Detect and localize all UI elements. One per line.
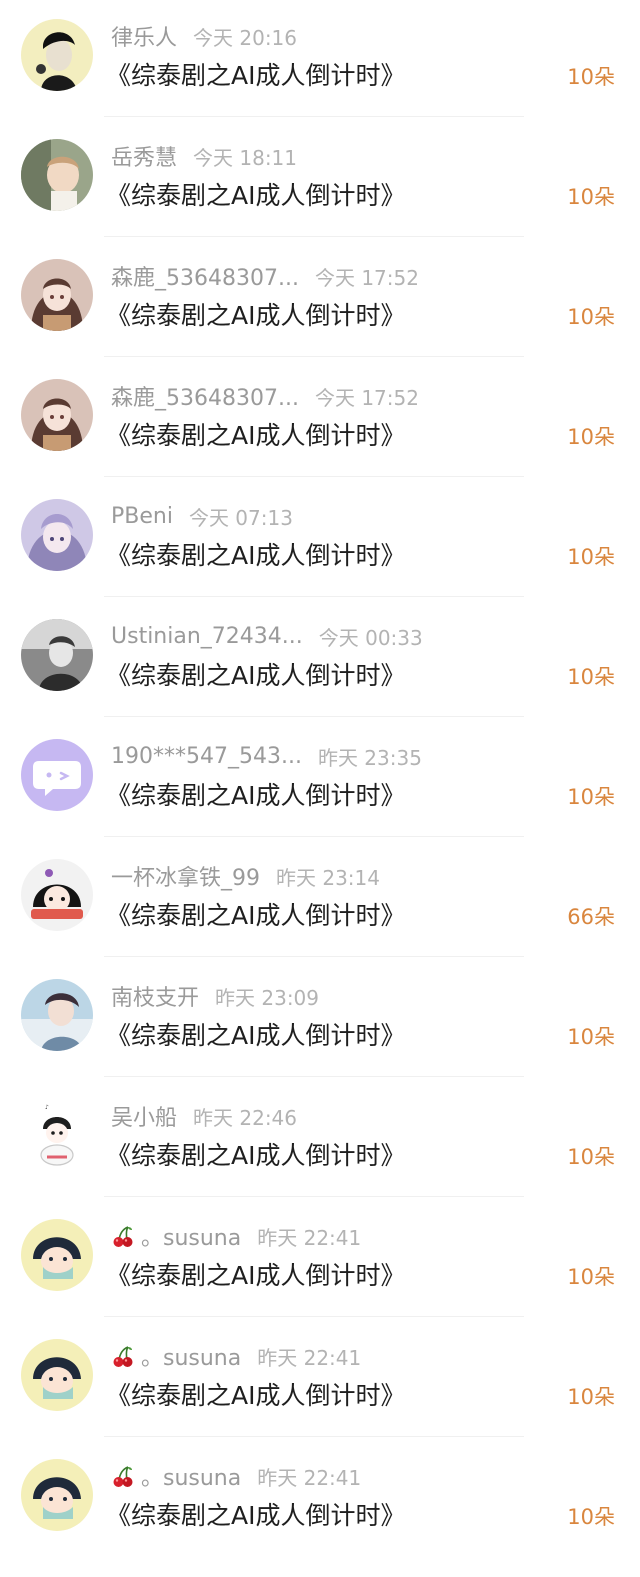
book-title[interactable]: 《综泰剧之AI成人倒计时》 (106, 896, 405, 936)
book-title[interactable]: 《综泰剧之AI成人倒计时》 (106, 1496, 405, 1536)
list-item[interactable]: Ustinian_72434... 今天 00:33 《综泰剧之AI成人倒计时》… (0, 600, 640, 720)
timestamp: 昨天 22:46 (193, 1105, 298, 1130)
gift-amount: 10朵 (567, 545, 615, 569)
username[interactable]: 。susuna (141, 1460, 241, 1492)
username[interactable]: 。susuna (141, 1220, 241, 1252)
username[interactable]: 。susuna (141, 1340, 241, 1372)
book-title[interactable]: 《综泰剧之AI成人倒计时》 (106, 296, 405, 336)
gift-amount: 10朵 (567, 785, 615, 809)
list-item[interactable]: 律乐人 今天 20:16 《综泰剧之AI成人倒计时》 10朵 (0, 0, 640, 120)
username[interactable]: 一杯冰拿铁_99 (111, 860, 260, 892)
divider (104, 716, 524, 717)
list-item[interactable]: 森鹿_53648307... 今天 17:52 《综泰剧之AI成人倒计时》 10… (0, 360, 640, 480)
cherry-icon (111, 1224, 135, 1248)
gift-amount: 10朵 (567, 305, 615, 329)
cherry-icon (111, 1464, 135, 1488)
divider (104, 236, 524, 237)
avatar[interactable] (21, 1219, 93, 1291)
book-title[interactable]: 《综泰剧之AI成人倒计时》 (106, 1136, 405, 1176)
list-item[interactable]: 。susuna 昨天 22:41 《综泰剧之AI成人倒计时》 10朵 (0, 1320, 640, 1440)
timestamp: 昨天 23:14 (276, 865, 380, 890)
avatar[interactable] (21, 739, 93, 811)
book-title[interactable]: 《综泰剧之AI成人倒计时》 (106, 56, 405, 96)
book-title[interactable]: 《综泰剧之AI成人倒计时》 (106, 1256, 405, 1296)
gift-amount: 10朵 (567, 1265, 615, 1289)
cherry-icon (111, 1344, 135, 1368)
avatar[interactable] (21, 619, 93, 691)
timestamp: 昨天 22:41 (257, 1225, 362, 1250)
timestamp: 今天 18:11 (193, 145, 298, 170)
timestamp: 今天 07:13 (188, 505, 293, 530)
divider (104, 1076, 524, 1077)
gift-amount: 10朵 (567, 425, 615, 449)
avatar[interactable] (21, 139, 93, 211)
gift-amount: 10朵 (567, 665, 615, 689)
username[interactable]: Ustinian_72434... (111, 624, 303, 649)
timestamp: 昨天 22:41 (257, 1345, 362, 1370)
gift-amount: 10朵 (567, 1145, 615, 1169)
book-title[interactable]: 《综泰剧之AI成人倒计时》 (106, 536, 405, 576)
username[interactable]: 森鹿_53648307... (111, 380, 299, 412)
divider (104, 596, 524, 597)
book-title[interactable]: 《综泰剧之AI成人倒计时》 (106, 416, 405, 456)
timestamp: 昨天 23:09 (215, 985, 320, 1010)
gift-amount: 10朵 (567, 185, 615, 209)
avatar[interactable] (21, 979, 93, 1051)
divider (104, 1196, 524, 1197)
list-item[interactable]: 一杯冰拿铁_99 昨天 23:14 《综泰剧之AI成人倒计时》 66朵 (0, 840, 640, 960)
avatar[interactable] (21, 259, 93, 331)
list-item[interactable]: ♪ 吴小船 昨天 22:46 《综泰剧之AI成人倒计时》 10朵 (0, 1080, 640, 1200)
divider (104, 1316, 524, 1317)
list-item[interactable]: 南枝支开 昨天 23:09 《综泰剧之AI成人倒计时》 10朵 (0, 960, 640, 1080)
timestamp: 今天 17:52 (314, 265, 419, 290)
username[interactable]: 吴小船 (111, 1100, 177, 1132)
divider (104, 1436, 524, 1437)
gift-amount: 10朵 (567, 1385, 615, 1409)
list-item[interactable]: 。susuna 昨天 22:41 《综泰剧之AI成人倒计时》 10朵 (0, 1440, 640, 1560)
list-item[interactable]: 。susuna 昨天 22:41 《综泰剧之AI成人倒计时》 10朵 (0, 1200, 640, 1320)
gift-record-list: 律乐人 今天 20:16 《综泰剧之AI成人倒计时》 10朵 岳秀慧 今天 18… (0, 0, 640, 1560)
username[interactable]: PBeni (111, 504, 173, 529)
gift-amount: 10朵 (567, 1505, 615, 1529)
timestamp: 今天 20:16 (193, 25, 298, 50)
divider (104, 956, 524, 957)
avatar[interactable] (21, 1459, 93, 1531)
username[interactable]: 森鹿_53648307... (111, 260, 299, 292)
timestamp: 今天 00:33 (318, 625, 423, 650)
timestamp: 昨天 22:41 (257, 1465, 362, 1490)
gift-amount: 10朵 (567, 65, 615, 89)
timestamp: 昨天 23:35 (317, 745, 422, 770)
divider (104, 476, 524, 477)
book-title[interactable]: 《综泰剧之AI成人倒计时》 (106, 656, 405, 696)
divider (104, 356, 524, 357)
list-item[interactable]: PBeni 今天 07:13 《综泰剧之AI成人倒计时》 10朵 (0, 480, 640, 600)
gift-amount: 66朵 (567, 905, 615, 929)
book-title[interactable]: 《综泰剧之AI成人倒计时》 (106, 776, 405, 816)
avatar[interactable] (21, 19, 93, 91)
username[interactable]: 岳秀慧 (111, 140, 177, 172)
avatar[interactable] (21, 1339, 93, 1411)
avatar[interactable] (21, 499, 93, 571)
username[interactable]: 律乐人 (111, 20, 177, 52)
book-title[interactable]: 《综泰剧之AI成人倒计时》 (106, 176, 405, 216)
username[interactable]: 南枝支开 (111, 980, 199, 1012)
svg-text:♪: ♪ (45, 1104, 49, 1111)
list-item[interactable]: 森鹿_53648307... 今天 17:52 《综泰剧之AI成人倒计时》 10… (0, 240, 640, 360)
timestamp: 今天 17:52 (314, 385, 419, 410)
username[interactable]: 190***547_543... (111, 744, 302, 769)
divider (104, 836, 524, 837)
divider (104, 116, 524, 117)
avatar[interactable] (21, 859, 93, 931)
avatar[interactable] (21, 379, 93, 451)
list-item[interactable]: 190***547_543... 昨天 23:35 《综泰剧之AI成人倒计时》 … (0, 720, 640, 840)
book-title[interactable]: 《综泰剧之AI成人倒计时》 (106, 1376, 405, 1416)
list-item[interactable]: 岳秀慧 今天 18:11 《综泰剧之AI成人倒计时》 10朵 (0, 120, 640, 240)
gift-amount: 10朵 (567, 1025, 615, 1049)
book-title[interactable]: 《综泰剧之AI成人倒计时》 (106, 1016, 405, 1056)
avatar[interactable]: ♪ (21, 1099, 93, 1171)
